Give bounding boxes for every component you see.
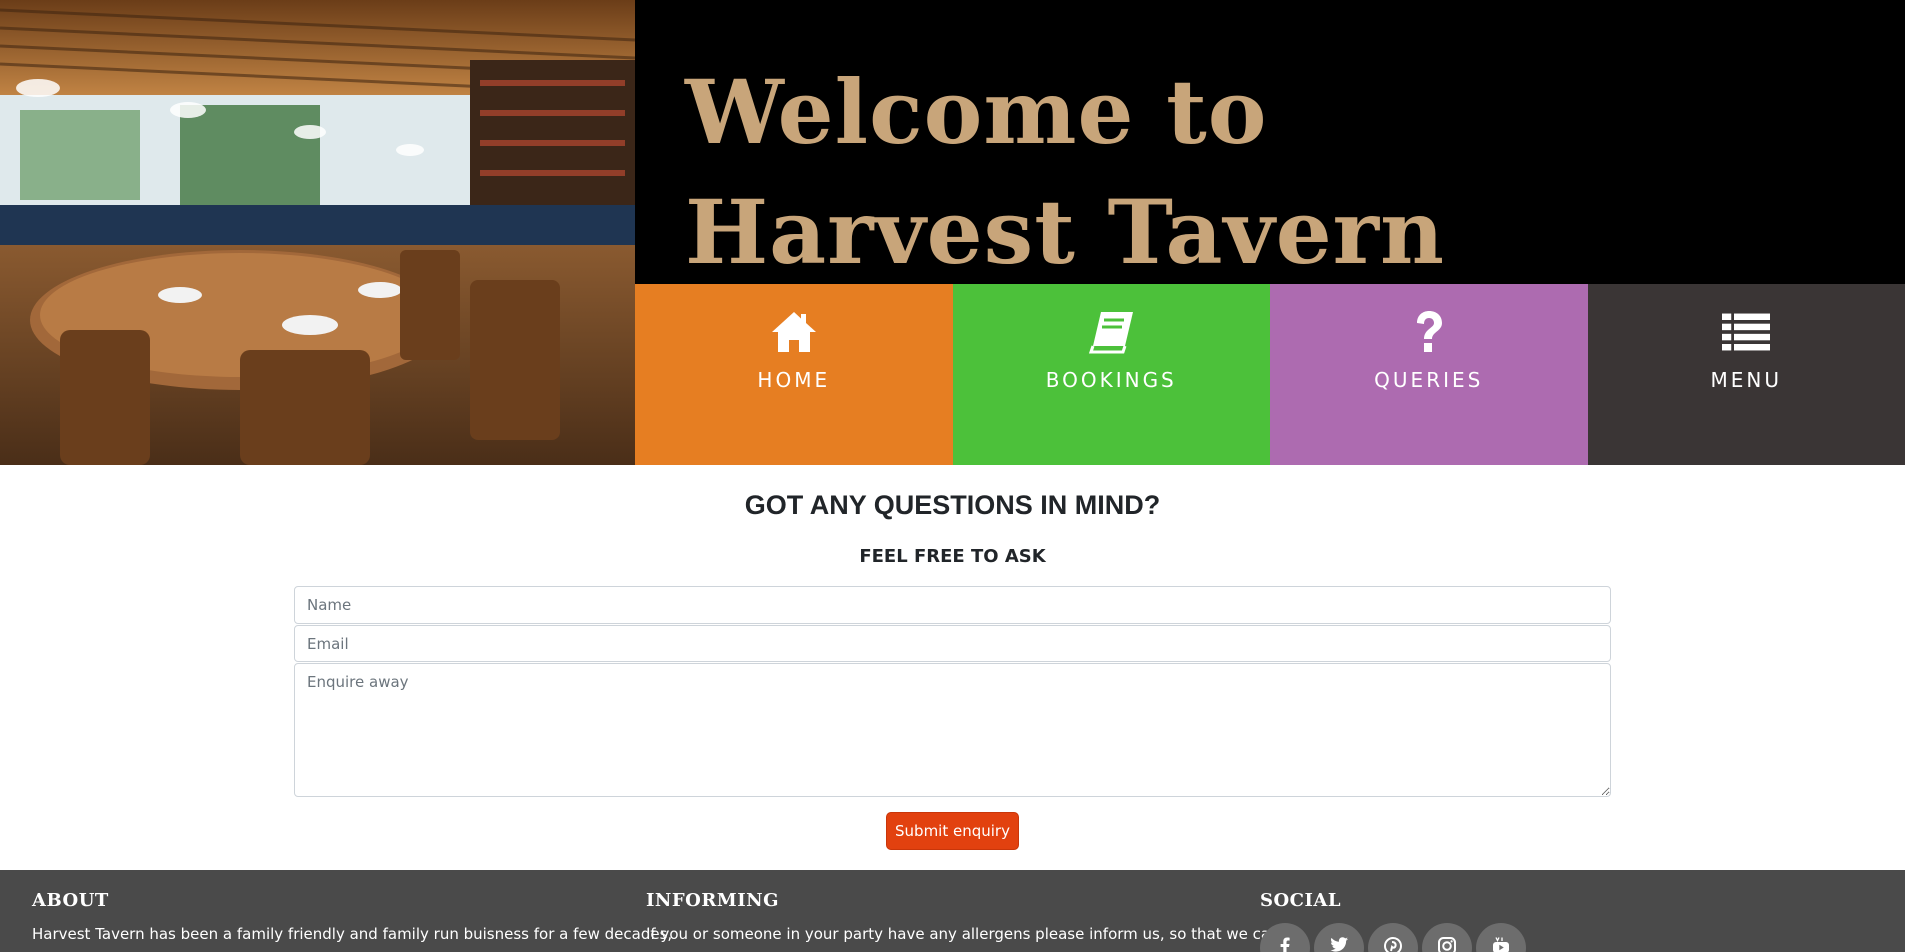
nav-item-bookings[interactable]: BOOKINGS — [952, 284, 1270, 465]
footer-social: SOCIAL — [1260, 890, 1850, 952]
nav-label-bookings: BOOKINGS — [1045, 368, 1177, 392]
footer-about-title: ABOUT — [32, 890, 109, 911]
nav-label-queries: QUERIES — [1374, 368, 1484, 392]
enquiry-textarea[interactable] — [294, 663, 1611, 797]
footer: ABOUT Harvest Tavern has been a family f… — [0, 870, 1905, 952]
youtube-icon[interactable] — [1476, 923, 1526, 952]
form-subheading: FEEL FREE TO ASK — [859, 546, 1046, 567]
twitter-icon[interactable] — [1314, 923, 1364, 952]
footer-social-title: SOCIAL — [1260, 890, 1342, 911]
page-title: Welcome to Harvest Tavern — [685, 60, 1446, 284]
nav-label-home: HOME — [757, 368, 831, 392]
header: Welcome to Harvest Tavern HOME BOOKINGS … — [0, 0, 1905, 465]
title-banner: Welcome to Harvest Tavern — [635, 0, 1905, 284]
facebook-icon[interactable] — [1260, 923, 1310, 952]
nav-item-menu[interactable]: MENU — [1587, 284, 1905, 465]
footer-informing: INFORMING If you or someone in your part… — [646, 890, 1280, 943]
query-form-section: GOT ANY QUESTIONS IN MIND? FEEL FREE TO … — [0, 465, 1905, 870]
submit-enquiry-button[interactable]: Submit enquiry — [886, 812, 1019, 850]
restaurant-interior-photo — [0, 0, 635, 465]
nav-item-home[interactable]: HOME — [635, 284, 953, 465]
name-input[interactable] — [294, 586, 1611, 624]
email-input[interactable] — [294, 625, 1611, 662]
home-icon — [770, 308, 818, 356]
social-links — [1260, 923, 1850, 952]
footer-about-text: Harvest Tavern has been a family friendl… — [32, 925, 673, 943]
footer-informing-text: If you or someone in your party have any… — [646, 925, 1280, 943]
main-nav: HOME BOOKINGS QUERIES MENU — [635, 284, 1905, 465]
nav-item-queries[interactable]: QUERIES — [1270, 284, 1588, 465]
nav-label-menu: MENU — [1710, 368, 1782, 392]
list-icon — [1722, 308, 1771, 356]
footer-about: ABOUT Harvest Tavern has been a family f… — [32, 890, 673, 943]
form-heading: GOT ANY QUESTIONS IN MIND? — [744, 490, 1161, 520]
pinterest-icon[interactable] — [1368, 923, 1418, 952]
instagram-icon[interactable] — [1422, 923, 1472, 952]
footer-informing-title: INFORMING — [646, 890, 779, 911]
question-icon — [1405, 308, 1453, 356]
hero-image — [0, 0, 635, 465]
book-icon — [1087, 308, 1135, 356]
